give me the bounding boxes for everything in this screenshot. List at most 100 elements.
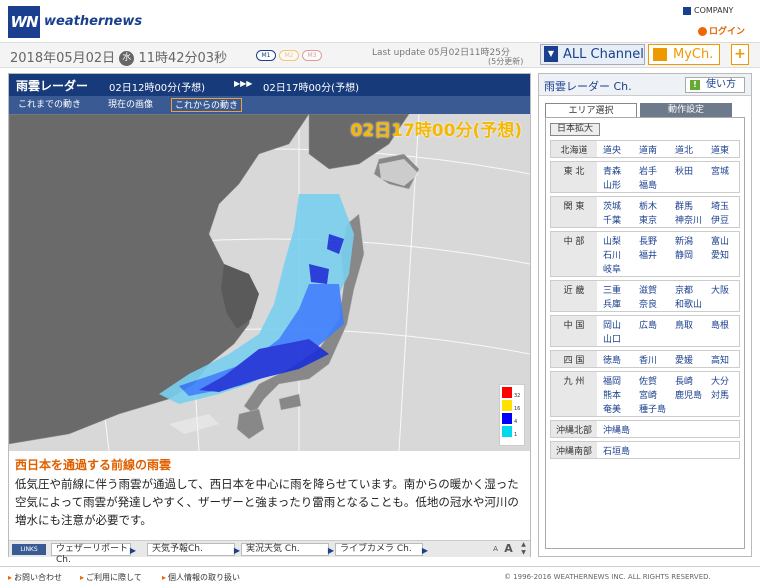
prefecture-link[interactable]: 道南 — [639, 143, 657, 156]
current-image-button[interactable]: 現在の画像 — [105, 98, 156, 112]
prefecture-link[interactable]: 京都 — [675, 283, 693, 296]
prefecture-link[interactable]: 熊本 — [603, 388, 621, 401]
howto-button[interactable]: 使い方 — [685, 77, 745, 93]
mode-button-m1[interactable]: M1 — [256, 50, 276, 61]
link-forecast[interactable]: 天気予報Ch. — [147, 543, 240, 556]
add-channel-button[interactable]: + — [731, 44, 749, 65]
sidebar-title: 雨雲レーダー Ch. — [544, 80, 632, 93]
prefecture-link[interactable]: 長崎 — [675, 374, 693, 387]
prefecture-link[interactable]: 宮崎 — [639, 388, 657, 401]
scroll-down-icon[interactable]: ▼ — [517, 549, 530, 557]
mode-button-m2[interactable]: M2 — [279, 50, 299, 61]
prefecture-link[interactable]: 広島 — [639, 318, 657, 331]
link-live-camera[interactable]: ライブカメラ Ch. — [335, 543, 428, 556]
prefecture-link[interactable]: 兵庫 — [603, 297, 621, 310]
region-label[interactable]: 東 北 — [551, 162, 597, 192]
future-motion-button[interactable]: これからの動き — [171, 98, 243, 112]
region-label[interactable]: 九 州 — [551, 372, 597, 416]
prefecture-link[interactable]: 青森 — [603, 164, 621, 177]
prefecture-link[interactable]: 岡山 — [603, 318, 621, 331]
prefecture-link[interactable]: 石川 — [603, 248, 621, 261]
prefecture-link[interactable]: 東京 — [639, 213, 657, 226]
region-row: 沖縄南部 石垣島 — [550, 441, 740, 459]
tab-area-select[interactable]: エリア選択 — [545, 103, 637, 117]
prefecture-link[interactable]: 道東 — [711, 143, 729, 156]
region-label[interactable]: 四 国 — [551, 351, 597, 367]
prefecture-link[interactable]: 鹿児島 — [675, 388, 702, 401]
prefecture-link[interactable]: 茨城 — [603, 199, 621, 212]
prefecture-link[interactable]: 山形 — [603, 178, 621, 191]
past-motion-button[interactable]: これまでの動き — [15, 98, 84, 112]
prefecture-link[interactable]: 山梨 — [603, 234, 621, 247]
weathernews-logo[interactable]: WN — [8, 6, 40, 38]
prefecture-link[interactable]: 対馬 — [711, 388, 729, 401]
font-larger-button[interactable]: A — [502, 542, 515, 556]
mode-button-m3[interactable]: M3 — [302, 50, 322, 61]
prefecture-link[interactable]: 岐阜 — [603, 262, 621, 275]
link-observations[interactable]: 実況天気 Ch. — [241, 543, 334, 556]
prefecture-link[interactable]: 伊豆 — [711, 213, 729, 226]
area-select-box: 日本拡大 北海道 道央 道南 道北 道東東 北青森 岩手 秋田 宮城山形 福島関 東茨城 栃木 群馬… — [545, 117, 745, 549]
footer-terms-link[interactable]: ご利用に際して — [80, 572, 142, 583]
region-label[interactable]: 中 国 — [551, 316, 597, 346]
font-smaller-button[interactable]: A — [489, 542, 502, 556]
prefecture-link[interactable]: 香川 — [639, 353, 657, 366]
prefecture-link[interactable]: 千葉 — [603, 213, 621, 226]
region-label[interactable]: 中 部 — [551, 232, 597, 276]
prefecture-link[interactable]: 道北 — [675, 143, 693, 156]
prefecture-link[interactable]: 福島 — [639, 178, 657, 191]
prefecture-link[interactable]: 秋田 — [675, 164, 693, 177]
radar-map[interactable]: 02日17時00分(予想) 32 16 4 1 — [9, 114, 530, 451]
mych-button[interactable]: MyCh. — [648, 44, 720, 65]
prefecture-link[interactable]: 静岡 — [675, 248, 693, 261]
region-label[interactable]: 北海道 — [551, 141, 597, 157]
prefecture-link[interactable]: 宮城 — [711, 164, 729, 177]
prefecture-link[interactable]: 群馬 — [675, 199, 693, 212]
prefecture-link[interactable]: 大分 — [711, 374, 729, 387]
link-weather-report[interactable]: ウェザーリポートCh. — [51, 543, 136, 565]
footer-contact-link[interactable]: お問い合わせ — [8, 572, 62, 583]
prefecture-link[interactable]: 埼玉 — [711, 199, 729, 212]
footer-privacy-link[interactable]: 個人情報の取り扱い — [162, 572, 240, 583]
prefecture-link[interactable]: 佐賀 — [639, 374, 657, 387]
prefecture-link[interactable]: 大阪 — [711, 283, 729, 296]
prefecture-link[interactable]: 沖縄島 — [603, 423, 630, 436]
prefecture-link[interactable]: 山口 — [603, 332, 621, 345]
prefecture-link[interactable]: 岩手 — [639, 164, 657, 177]
region-label[interactable]: 沖縄北部 — [551, 421, 597, 437]
prefecture-link[interactable]: 種子島 — [639, 402, 666, 415]
prefecture-link[interactable]: 和歌山 — [675, 297, 702, 310]
company-icon — [683, 6, 691, 15]
prefecture-link[interactable]: 三重 — [603, 283, 621, 296]
prefecture-link[interactable]: 奈良 — [639, 297, 657, 310]
prefecture-link[interactable]: 島根 — [711, 318, 729, 331]
region-row: 近 畿三重 滋賀 京都 大阪兵庫 奈良 和歌山 — [550, 280, 740, 312]
prefecture-link[interactable]: 愛知 — [711, 248, 729, 261]
prefecture-link[interactable]: 富山 — [711, 234, 729, 247]
region-label[interactable]: 沖縄南部 — [551, 442, 597, 458]
prefecture-link[interactable]: 長野 — [639, 234, 657, 247]
prefecture-link[interactable]: 滋賀 — [639, 283, 657, 296]
prefecture-link[interactable]: 愛媛 — [675, 353, 693, 366]
login-link[interactable]: ログイン — [698, 24, 745, 37]
prefecture-link[interactable]: 神奈川 — [675, 213, 702, 226]
prefecture-link[interactable]: 石垣島 — [603, 444, 630, 457]
prefecture-link[interactable]: 奄美 — [603, 402, 621, 415]
brand-name[interactable]: weathernews — [44, 14, 142, 29]
all-channel-button[interactable]: ALL Channel — [540, 44, 645, 65]
company-link[interactable]: COMPANY — [683, 6, 733, 15]
tab-settings[interactable]: 動作設定 — [640, 103, 732, 117]
company-label: COMPANY — [694, 6, 734, 15]
prefecture-link[interactable]: 新潟 — [675, 234, 693, 247]
scroll-up-icon[interactable]: ▲ — [517, 541, 530, 549]
prefecture-link[interactable]: 栃木 — [639, 199, 657, 212]
region-label[interactable]: 関 東 — [551, 197, 597, 227]
region-label[interactable]: 近 畿 — [551, 281, 597, 311]
prefecture-link[interactable]: 福井 — [639, 248, 657, 261]
japan-zoom-button[interactable]: 日本拡大 — [550, 123, 600, 136]
prefecture-link[interactable]: 高知 — [711, 353, 729, 366]
prefecture-link[interactable]: 道央 — [603, 143, 621, 156]
prefecture-link[interactable]: 徳島 — [603, 353, 621, 366]
prefecture-link[interactable]: 福岡 — [603, 374, 621, 387]
prefecture-link[interactable]: 鳥取 — [675, 318, 693, 331]
